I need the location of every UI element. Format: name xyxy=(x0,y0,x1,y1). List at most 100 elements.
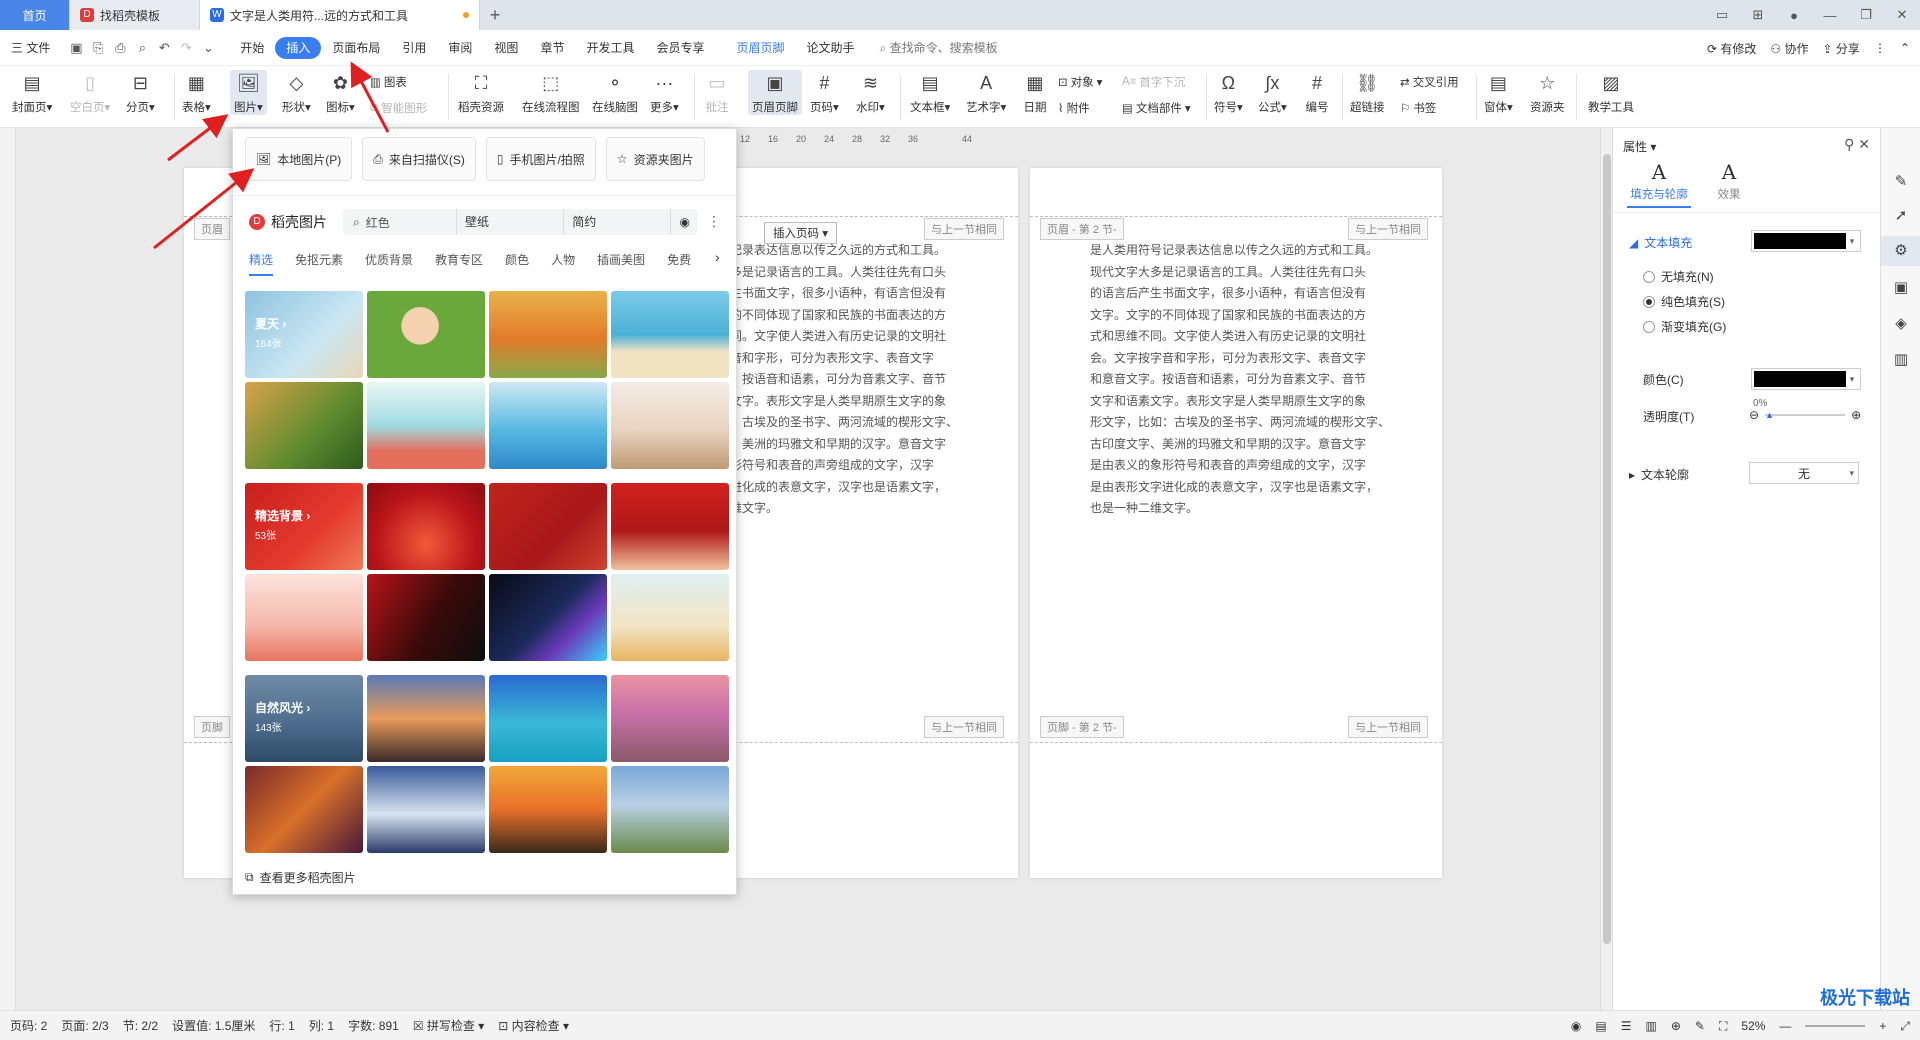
zoom-level[interactable]: 52% xyxy=(1741,1019,1765,1033)
local-picture-button[interactable]: 🖼 本地图片(P) xyxy=(245,137,353,181)
thumbnail-image[interactable] xyxy=(489,382,607,469)
group-nature-cover[interactable]: 自然风光 › 143张 xyxy=(245,675,363,762)
menu-thesis-assistant[interactable]: 论文助手 xyxy=(796,37,866,59)
thumbnail-image[interactable] xyxy=(367,382,485,469)
thumbnail-image[interactable] xyxy=(489,291,607,378)
thumbnail-image[interactable] xyxy=(245,766,363,853)
thumbnail-image[interactable] xyxy=(245,574,363,661)
see-more-docer-pictures-link[interactable]: ⧉ 查看更多稻壳图片 xyxy=(245,869,356,886)
menu-section[interactable]: 章节 xyxy=(529,37,575,59)
thumbnail-image[interactable] xyxy=(367,675,485,762)
export-icon[interactable]: ⎘ xyxy=(87,40,109,56)
picture-button[interactable]: 🖼 图片▾ xyxy=(230,70,267,115)
page-2[interactable]: 页眉 - 第 2 节- 与上一节相同 是人类用符号记录表达信息以传之久远的方式和… xyxy=(1030,168,1442,878)
more-button[interactable]: ··· 更多▾ xyxy=(650,70,679,115)
save-icon[interactable]: ▣ xyxy=(65,40,87,56)
tab-docer-templates[interactable]: D 找稻壳模板 xyxy=(70,0,200,30)
category-education[interactable]: 教育专区 xyxy=(435,251,483,276)
status-word-count[interactable]: 字数: 891 xyxy=(348,1017,399,1034)
thumbnail-image[interactable] xyxy=(489,574,607,661)
blank-page-button[interactable]: ▯ 空白页▾ xyxy=(70,70,110,115)
watermark-button[interactable]: ≋ 水印▾ xyxy=(856,70,885,115)
page-1-body-text[interactable]: 记录表达信息以传之久远的方式和工具。 多是记录语言的工具。人类往往先有口头 生书面文… xyxy=(730,240,990,520)
group-backgrounds-cover[interactable]: 精选背景 › 53张 xyxy=(245,483,363,570)
scrollbar-thumb[interactable] xyxy=(1603,154,1611,944)
print-icon[interactable]: ⎙ xyxy=(109,40,131,56)
smart-graphic-button[interactable]: ⧉ 智能图形 xyxy=(370,100,427,116)
more-options-icon[interactable]: ⋮ xyxy=(707,213,721,230)
menu-developer[interactable]: 开发工具 xyxy=(575,37,645,59)
category-illustrations[interactable]: 插画美图 xyxy=(597,251,645,276)
resource-folder-button[interactable]: ☆ 资源夹 xyxy=(1530,70,1565,115)
spell-check-button[interactable]: ☒ 拼写检查 ▾ xyxy=(413,1017,484,1034)
image-tool-icon[interactable]: ▣ xyxy=(1881,278,1920,296)
date-button[interactable]: ▦ 日期 xyxy=(1022,70,1048,115)
tab-fill-outline[interactable]: A 填充与轮廓 xyxy=(1627,160,1691,208)
attachment-button[interactable]: ⌇ 附件 xyxy=(1058,100,1090,116)
menu-start[interactable]: 开始 xyxy=(229,37,275,59)
phone-picture-button[interactable]: ▯ 手机图片/拍照 xyxy=(485,137,596,181)
thumbnail-image[interactable] xyxy=(489,766,607,853)
tab-home[interactable]: 首页 xyxy=(0,0,70,30)
wordart-button[interactable]: A 艺术字▾ xyxy=(966,70,1006,115)
thumbnail-image[interactable] xyxy=(367,291,485,378)
docer-resource-button[interactable]: ⛶ 稻壳资源 xyxy=(458,70,504,115)
page-break-button[interactable]: ⊟ 分页▾ xyxy=(126,70,155,115)
text-outline-section-toggle[interactable]: ▸ 文本轮廓 xyxy=(1629,466,1689,483)
fit-page-icon[interactable]: ⛶ xyxy=(1719,1019,1727,1034)
category-free[interactable]: 免费 xyxy=(667,251,691,276)
gradient-fill-radio[interactable]: 渐变填充(G) xyxy=(1643,318,1726,335)
object-button[interactable]: ⊡ 对象 ▾ xyxy=(1058,74,1102,90)
drop-cap-button[interactable]: A≡ 首字下沉 xyxy=(1122,74,1185,90)
share-button[interactable]: ⇪ 分享 xyxy=(1823,40,1860,57)
command-search[interactable]: ⌕ 查找命令、搜索模板 xyxy=(880,39,998,56)
slider-handle[interactable]: ▲ xyxy=(1765,410,1774,420)
category-featured[interactable]: 精选 xyxy=(249,251,274,276)
navigation-icon[interactable]: ◈ xyxy=(1881,314,1920,332)
pin-close-icons[interactable]: ⚲ ✕ xyxy=(1844,136,1870,153)
chevron-right-icon[interactable]: › xyxy=(715,249,720,265)
menu-references[interactable]: 引用 xyxy=(391,37,437,59)
doc-parts-button[interactable]: ▤ 文档部件 ▾ xyxy=(1122,100,1191,116)
thumbnail-image[interactable] xyxy=(367,574,485,661)
textbox-button[interactable]: ▤ 文本框▾ xyxy=(910,70,950,115)
undo-icon[interactable]: ↶ xyxy=(153,40,175,56)
content-check-button[interactable]: ⊡ 内容检查 ▾ xyxy=(498,1017,569,1034)
category-color[interactable]: 颜色 xyxy=(505,251,529,276)
write-mode-icon[interactable]: ✎ xyxy=(1695,1019,1705,1033)
zoom-in-icon[interactable]: + xyxy=(1879,1019,1886,1033)
icon-button[interactable]: ✿ 图标▾ xyxy=(326,70,355,115)
menu-insert[interactable]: 插入 xyxy=(275,36,322,59)
select-cursor-icon[interactable]: ➚ xyxy=(1881,206,1920,224)
outline-view-icon[interactable]: ☰ xyxy=(1621,1019,1632,1033)
symbol-button[interactable]: Ω 符号▾ xyxy=(1214,70,1243,115)
no-fill-radio[interactable]: 无填充(N) xyxy=(1643,268,1714,285)
menu-member[interactable]: 会员专享 xyxy=(645,37,715,59)
file-menu[interactable]: 三 文件 xyxy=(0,37,61,59)
teaching-tools-button[interactable]: ▨ 教学工具 xyxy=(1588,70,1634,115)
menu-view[interactable]: 视图 xyxy=(483,37,529,59)
thumbnail-image[interactable] xyxy=(611,574,729,661)
cross-reference-button[interactable]: ⇄ 交叉引用 xyxy=(1400,74,1459,90)
thumbnail-image[interactable] xyxy=(611,483,729,570)
close-window-button[interactable]: ✕ xyxy=(1884,7,1920,23)
online-flowchart-button[interactable]: ⬚ 在线流程图 xyxy=(522,70,580,115)
restore-button[interactable]: ❐ xyxy=(1848,7,1884,23)
zoom-slider[interactable] xyxy=(1805,1025,1866,1027)
formula-button[interactable]: ∫x 公式▾ xyxy=(1258,70,1287,115)
scanner-button[interactable]: ⎙ 来自扫描仪(S) xyxy=(362,137,476,181)
shape-button[interactable]: ◇ 形状▾ xyxy=(282,70,311,115)
collapse-ribbon-icon[interactable]: ⌃ xyxy=(1900,41,1910,55)
edit-icon[interactable]: ✎ xyxy=(1881,172,1920,190)
numbering-button[interactable]: # 编号 xyxy=(1304,70,1330,115)
reading-icon[interactable]: ▥ xyxy=(1881,350,1920,368)
online-mindmap-button[interactable]: ⚬ 在线脑图 xyxy=(592,70,638,115)
bookmark-button[interactable]: ⚐ 书签 xyxy=(1400,100,1436,116)
text-outline-select[interactable]: 无 ▾ xyxy=(1749,462,1859,484)
menu-header-footer[interactable]: 页眉页脚 xyxy=(725,37,795,59)
has-changes-button[interactable]: ⟳ 有修改 xyxy=(1707,40,1756,57)
menu-page-layout[interactable]: 页面布局 xyxy=(321,37,391,59)
thumbnail-image[interactable] xyxy=(611,291,729,378)
category-people[interactable]: 人物 xyxy=(551,251,575,276)
resource-folder-picture-button[interactable]: ☆ 资源夹图片 xyxy=(605,137,705,181)
